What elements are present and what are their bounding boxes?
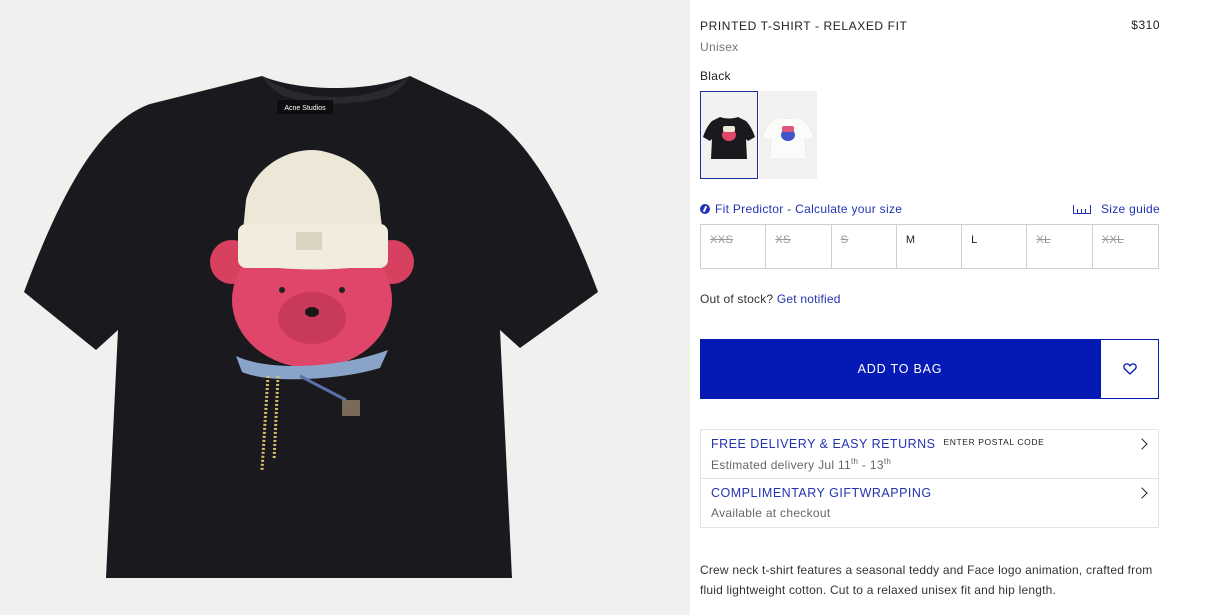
neck-label-text: Acne Studios — [284, 105, 326, 112]
info-panel: FREE DELIVERY & EASY RETURNS ENTER POSTA… — [700, 429, 1159, 528]
size-guide-label: Size guide — [1100, 202, 1160, 216]
size-guide-link[interactable]: Size guide — [1072, 202, 1160, 216]
tshirt-illustration: Acne Studios — [24, 76, 598, 578]
fit-predictor-icon — [700, 204, 710, 214]
postal-code-link[interactable]: ENTER POSTAL CODE — [944, 437, 1045, 447]
swatch-white[interactable] — [759, 91, 817, 179]
delivery-row[interactable]: FREE DELIVERY & EASY RETURNS ENTER POSTA… — [701, 430, 1158, 478]
swatch-black[interactable] — [700, 91, 758, 179]
wishlist-button[interactable] — [1100, 339, 1159, 399]
size-option-xl[interactable]: XL — [1027, 225, 1093, 268]
swatch-black-tshirt — [703, 117, 755, 159]
delivery-title: FREE DELIVERY & EASY RETURNS — [711, 437, 936, 451]
giftwrap-row[interactable]: COMPLIMENTARY GIFTWRAPPING Available at … — [701, 478, 1158, 527]
heart-icon — [1122, 363, 1137, 375]
product-gender: Unisex — [700, 40, 739, 54]
size-option-xxs[interactable]: XXS — [701, 225, 767, 268]
fit-predictor-link[interactable]: Fit Predictor - Calculate your size — [700, 202, 902, 216]
size-option-m[interactable]: M — [897, 225, 963, 268]
size-option-xxl[interactable]: XXL — [1093, 225, 1158, 268]
fit-predictor-label: Fit Predictor - Calculate your size — [715, 202, 903, 216]
product-price: $310 — [1131, 18, 1160, 32]
ruler-icon — [1072, 204, 1091, 214]
product-title: PRINTED T-SHIRT - RELAXED FIT — [700, 19, 908, 33]
add-to-bag-row: ADD TO BAG — [700, 339, 1159, 399]
selected-color-name: Black — [700, 69, 731, 83]
giftwrap-subtitle: Available at checkout — [711, 506, 831, 520]
get-notified-link[interactable]: Get notified — [777, 292, 841, 306]
product-details: PRINTED T-SHIRT - RELAXED FIT $310 Unise… — [700, 0, 1160, 615]
out-of-stock-text: Out of stock? — [700, 292, 774, 306]
size-option-s[interactable]: S — [832, 225, 897, 268]
product-image[interactable]: Acne Studios — [0, 0, 690, 615]
swatch-white-tshirt — [761, 116, 815, 160]
fit-row: Fit Predictor - Calculate your size Size… — [700, 202, 1160, 218]
size-option-xs[interactable]: XS — [766, 225, 832, 268]
size-selector: XXS XS S M L XL XXL — [700, 224, 1159, 269]
color-swatches — [700, 91, 817, 179]
product-description: Crew neck t-shirt features a seasonal te… — [700, 563, 1153, 597]
size-option-l[interactable]: L — [962, 225, 1028, 268]
giftwrap-title: COMPLIMENTARY GIFTWRAPPING — [711, 486, 932, 500]
delivery-estimate: Estimated delivery Jul 11th - 13th — [711, 457, 892, 472]
out-of-stock-row: Out of stock? Get notified — [700, 292, 841, 306]
add-to-bag-button[interactable]: ADD TO BAG — [700, 339, 1100, 399]
